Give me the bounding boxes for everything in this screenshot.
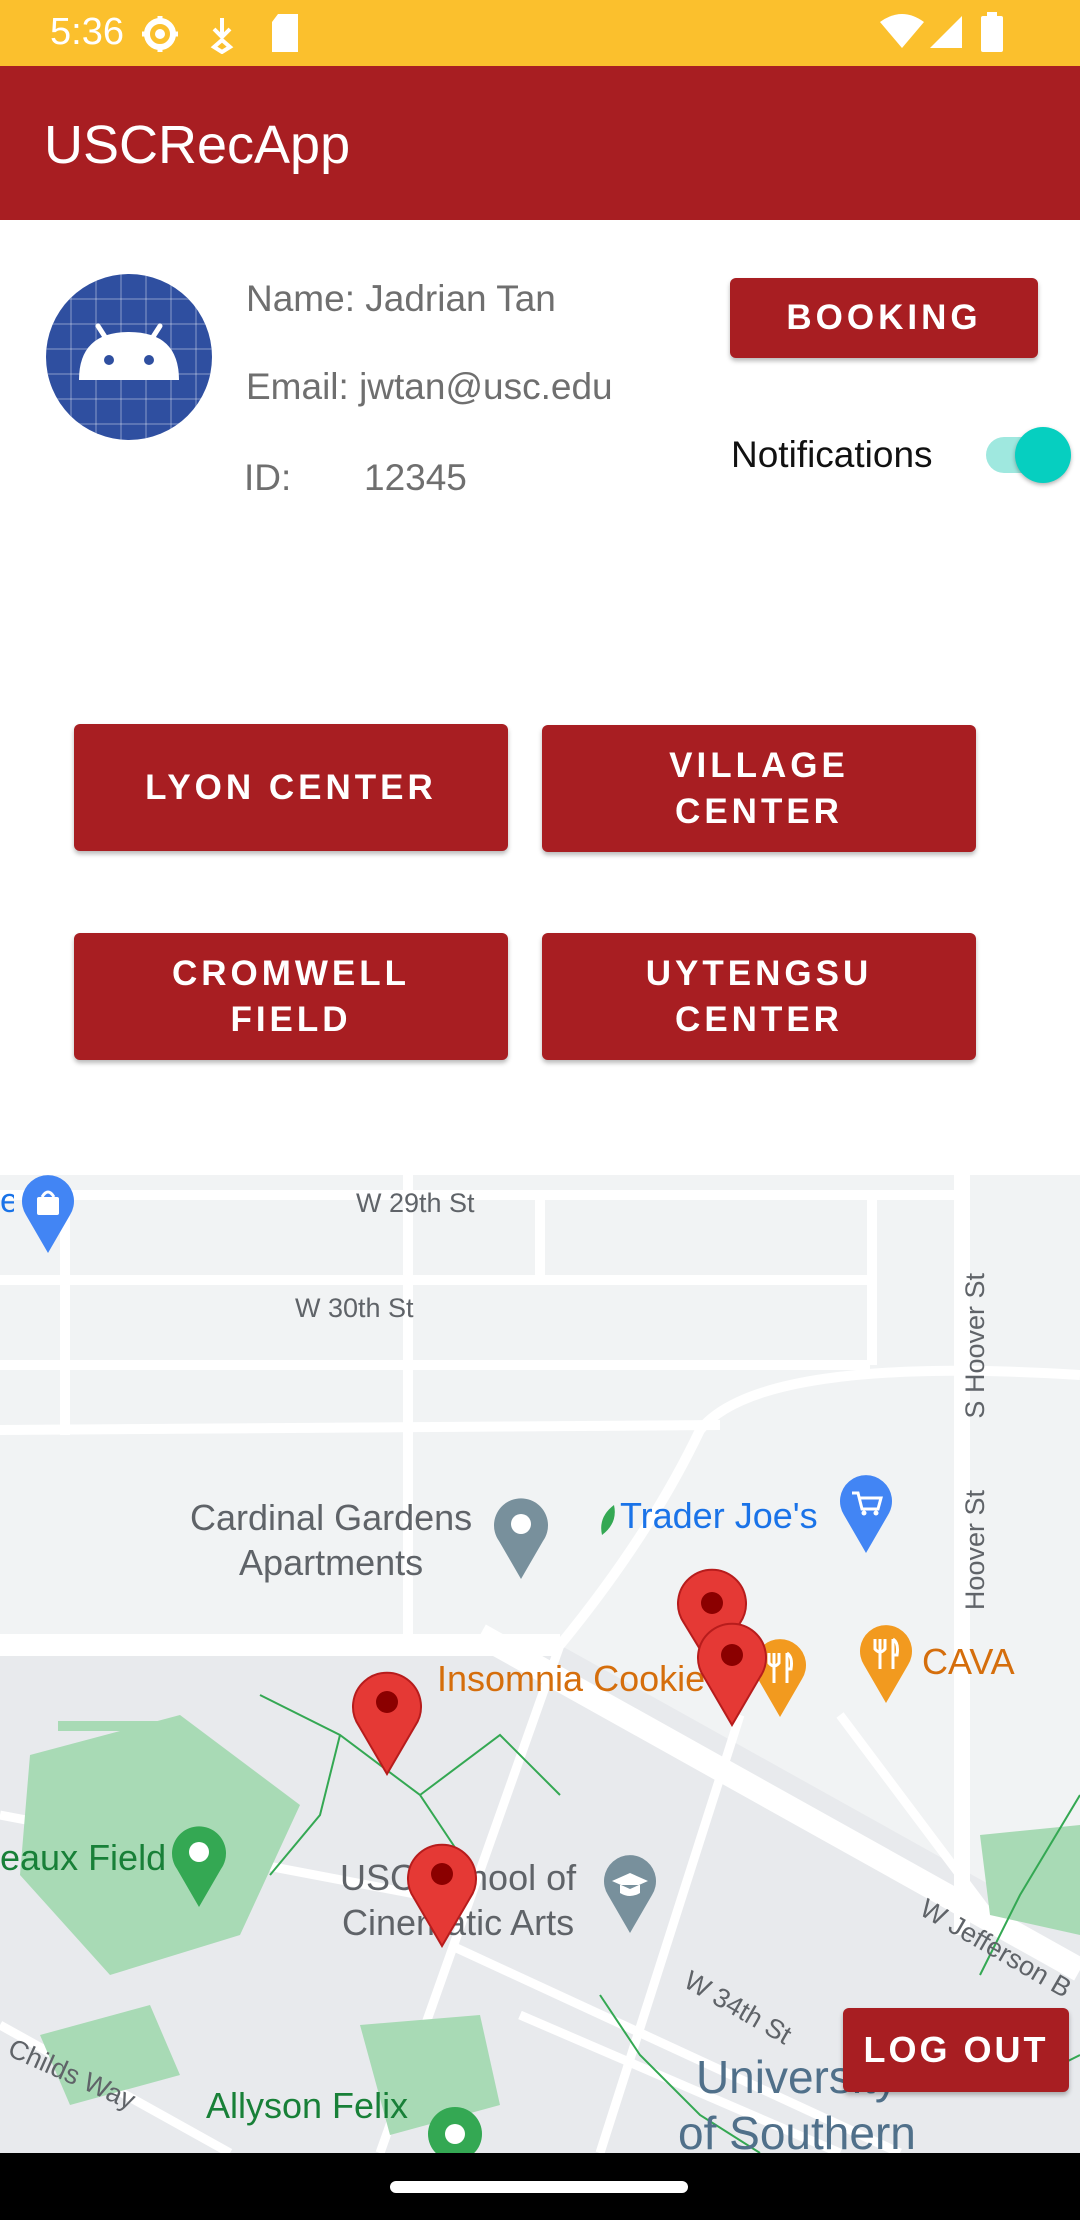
status-time: 5:36 bbox=[50, 11, 124, 53]
android-icon bbox=[46, 274, 212, 440]
park-marker-icon bbox=[172, 1826, 226, 1907]
location-marker-icon[interactable] bbox=[351, 1666, 423, 1776]
location-marker-icon[interactable] bbox=[406, 1838, 478, 1948]
app-bar: USCRecApp bbox=[0, 66, 1080, 220]
restaurant-icon-cava bbox=[860, 1625, 912, 1703]
shopping-bag-icon bbox=[22, 1175, 74, 1253]
street-w29-label: W 29th St bbox=[356, 1188, 475, 1218]
place-cardinal-label: Cardinal Gardens Apartments bbox=[190, 1495, 472, 1585]
street-w30-label: W 30th St bbox=[295, 1293, 414, 1323]
allyson-marker-icon bbox=[428, 2107, 482, 2153]
signal-icon bbox=[930, 16, 962, 48]
leaf-icon bbox=[601, 1505, 615, 1535]
notifications-label: Notifications bbox=[731, 434, 933, 475]
profile-id-label: ID: bbox=[244, 457, 292, 498]
status-bar: 5:36 bbox=[0, 0, 1080, 66]
profile-id-value: 12345 bbox=[364, 457, 467, 498]
cromwell-field-button[interactable]: CROMWELL FIELD bbox=[74, 933, 508, 1060]
place-university-line2: of Southern bbox=[678, 2107, 916, 2153]
avatar bbox=[46, 274, 212, 440]
street-hoover2-label: Hoover St bbox=[960, 1490, 990, 1611]
booking-button[interactable]: BOOKING bbox=[730, 278, 1038, 358]
wifi-icon bbox=[880, 14, 924, 48]
place-cardinal-line1: Cardinal Gardens bbox=[190, 1497, 473, 1538]
shopping-cart-icon bbox=[840, 1475, 892, 1553]
place-cardinal-line2: Apartments bbox=[239, 1542, 424, 1583]
place-insomnia-label: Insomnia Cookie bbox=[437, 1658, 706, 1699]
navigation-bar bbox=[0, 2153, 1080, 2220]
lyon-center-button[interactable]: LYON CENTER bbox=[74, 724, 508, 851]
map-view[interactable]: W 29th St W 30th St S Hoover St Hoover S… bbox=[0, 1175, 1080, 2153]
village-center-button[interactable]: VILLAGE CENTER bbox=[542, 725, 976, 852]
profile-name: Name: Jadrian Tan bbox=[246, 278, 556, 319]
school-marker-icon bbox=[604, 1855, 656, 1933]
battery-icon bbox=[981, 12, 1003, 52]
place-field-label: eaux Field bbox=[0, 1837, 167, 1878]
place-traderjoes-label: Trader Joe's bbox=[620, 1495, 818, 1536]
settings-icon bbox=[142, 16, 178, 52]
home-gesture-handle[interactable] bbox=[390, 2181, 688, 2193]
sd-card-icon bbox=[272, 14, 298, 52]
app-title: USCRecApp bbox=[44, 115, 351, 175]
profile-email: Email: jwtan@usc.edu bbox=[246, 366, 613, 407]
place-allyson-label: Allyson Felix bbox=[206, 2085, 409, 2126]
location-marker-icon[interactable] bbox=[696, 1619, 768, 1727]
uytengsu-center-button[interactable]: UYTENGSU CENTER bbox=[542, 933, 976, 1060]
logout-button[interactable]: LOG OUT bbox=[843, 2008, 1069, 2092]
toggle-thumb[interactable] bbox=[1015, 427, 1071, 483]
street-hoover-label: S Hoover St bbox=[960, 1273, 990, 1419]
place-marker-icon bbox=[494, 1498, 548, 1579]
place-edge-label: e bbox=[0, 1183, 14, 1219]
download-icon bbox=[210, 18, 234, 54]
place-cava-label: CAVA bbox=[922, 1641, 1015, 1682]
